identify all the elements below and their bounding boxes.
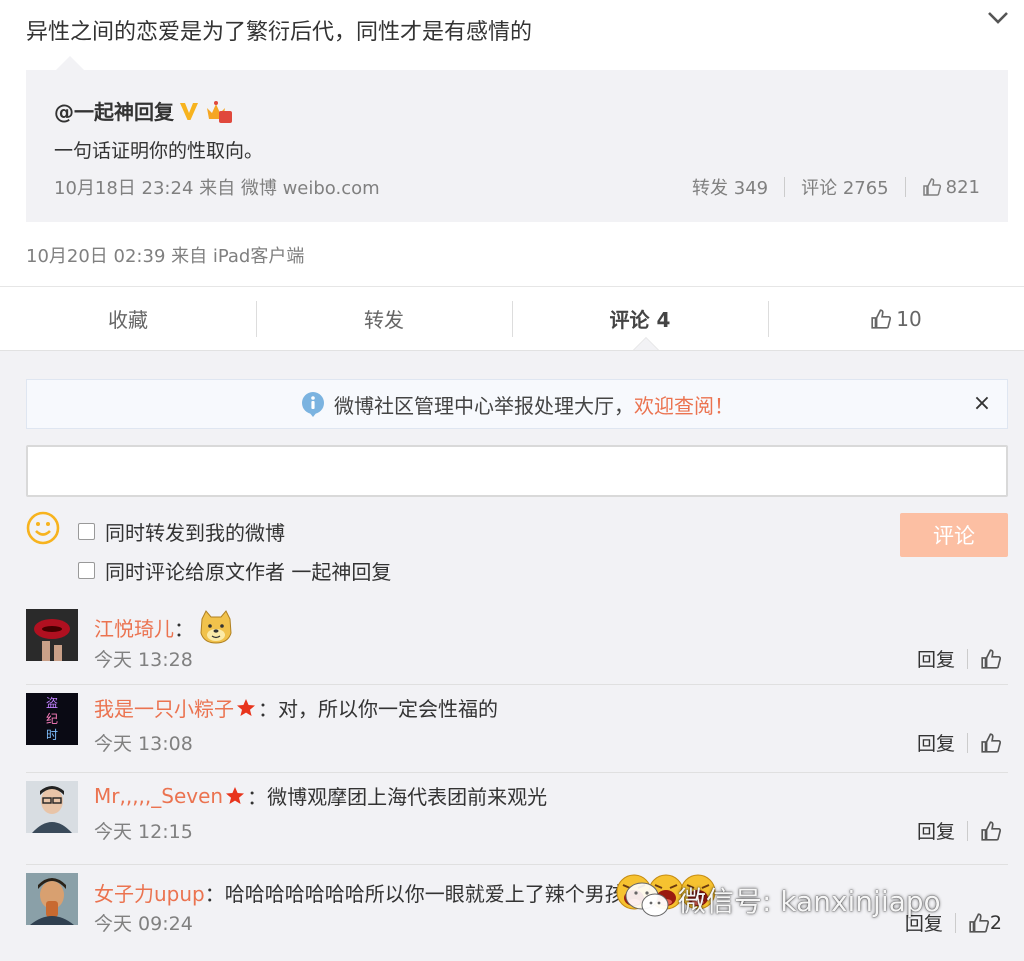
avatar[interactable] <box>26 781 78 833</box>
verified-v-icon <box>180 102 198 120</box>
notice-link[interactable]: 欢迎查阅！ <box>634 390 734 419</box>
comment-time: 今天 12:15 <box>94 821 193 843</box>
action-bar: 收藏 转发 评论 4 10 <box>0 286 1024 350</box>
quote-text: 一句话证明你的性取向。 <box>54 140 264 162</box>
repost-button[interactable]: 转发 <box>256 287 512 350</box>
tab-pointer <box>634 338 658 350</box>
comment-username[interactable]: 女子力upup <box>94 878 205 907</box>
divider <box>967 820 968 841</box>
member-level-icon <box>204 100 232 123</box>
thumbs-up-icon[interactable] <box>968 912 990 934</box>
wechat-watermark: 微信号: kanxinjiapo <box>622 880 941 920</box>
quote-repost-count[interactable]: 转发 349 <box>692 174 768 200</box>
comment-time: 今天 09:24 <box>94 913 193 935</box>
star-icon <box>226 786 245 804</box>
avatar[interactable] <box>26 873 78 925</box>
avatar-char: 纪 <box>45 712 58 726</box>
avatar-char: 盗 <box>45 696 58 710</box>
comment-username[interactable]: Mr,,,,,_Seven <box>94 784 223 808</box>
comment-username[interactable]: 江悦琦儿 <box>94 613 174 642</box>
comment-actions: 回复 <box>917 729 1002 756</box>
comment-label: 评论 4 <box>609 308 671 332</box>
post-meta: 10月20日 02:39 来自 iPad客户端 <box>26 246 305 267</box>
smiley-icon[interactable] <box>26 511 60 545</box>
divider <box>954 912 956 933</box>
quoted-post: @一起神回复 一句话证明你的性取向。 10月18日 23:24 来自 微博 we… <box>26 70 1008 222</box>
comment-panel: 微博社区管理中心举报处理大厅， 欢迎查阅！ × 同时转发到我的微博 同时评论给原… <box>0 350 1024 961</box>
star-icon <box>237 698 255 716</box>
quote-stats: 转发 349 评论 2765 821 <box>692 174 980 200</box>
close-icon[interactable]: × <box>971 393 993 415</box>
comment-actions: 回复 <box>917 645 1002 672</box>
comment-separator: ： <box>247 785 268 809</box>
comment-body: 我是一只小粽子 ： 对，所以你一定会性福的 <box>94 693 498 722</box>
quote-pointer <box>56 56 84 70</box>
quote-meta: 10月18日 23:24 来自 微博 weibo.com <box>54 178 380 199</box>
comment-separator: ： <box>204 881 225 906</box>
comment-item: 江悦琦儿 ： 今天 13:28 回复 <box>26 601 1008 685</box>
quote-like-count[interactable]: 821 <box>946 177 980 198</box>
quote-author[interactable]: @一起神回复 <box>54 96 232 125</box>
thumbs-up-icon[interactable] <box>980 648 1002 670</box>
notice-text: 微博社区管理中心举报处理大厅， <box>334 393 634 418</box>
like-count: 10 <box>896 306 922 331</box>
post-text: 异性之间的恋爱是为了繁衍后代，同性才是有感情的 <box>26 20 533 45</box>
checkbox-icon[interactable] <box>78 523 95 540</box>
avatar[interactable] <box>26 609 78 661</box>
comment-body: 江悦琦儿 ： <box>94 609 234 645</box>
avatar-char: 时 <box>45 728 58 742</box>
divider <box>904 177 906 197</box>
chevron-down-icon[interactable] <box>986 6 1010 30</box>
submit-comment-button[interactable]: 评论 <box>900 513 1008 557</box>
thumbs-up-icon[interactable] <box>922 177 942 197</box>
thumbs-up-icon[interactable] <box>980 820 1002 842</box>
quote-author-name[interactable]: @一起神回复 <box>54 96 174 125</box>
comment-item: 盗 纪 时 我是一只小粽子 ： 对，所以你一定会性福的 今天 13:08 回复 <box>26 685 1008 773</box>
divider <box>967 732 968 753</box>
comment-separator: ： <box>258 697 278 721</box>
thumbs-up-icon <box>871 308 892 329</box>
comment-author-option-label: 同时评论给原文作者 一起神回复 <box>105 560 392 584</box>
repost-label: 转发 <box>364 308 404 332</box>
comment-text: 哈哈哈哈哈哈哈所以你一眼就爱上了辣个男孩子 <box>224 881 645 906</box>
divider <box>784 177 786 197</box>
like-button[interactable]: 10 <box>768 287 1024 350</box>
checkbox-icon[interactable] <box>78 562 95 579</box>
wechat-icon <box>625 882 669 917</box>
comment-author-checkbox[interactable]: 同时评论给原文作者 一起神回复 <box>78 556 391 585</box>
comment-username[interactable]: 我是一只小粽子 <box>94 693 234 722</box>
quote-comment-count[interactable]: 评论 2765 <box>801 174 889 200</box>
comment-input[interactable] <box>26 445 1008 497</box>
reply-button[interactable]: 回复 <box>917 645 955 672</box>
comment-body: Mr,,,,,_Seven ： 微博观摩团上海代表团前来观光 <box>94 781 547 810</box>
favorite-button[interactable]: 收藏 <box>0 287 256 350</box>
comment-text: 对，所以你一定会性福的 <box>278 697 498 721</box>
favorite-label: 收藏 <box>108 308 148 332</box>
thumbs-up-icon[interactable] <box>980 732 1002 754</box>
comment-text: 微博观摩团上海代表团前来观光 <box>267 785 548 809</box>
comment-time: 今天 13:28 <box>94 649 193 671</box>
comment-separator: ： <box>174 616 194 641</box>
reply-button[interactable]: 回复 <box>917 729 955 756</box>
avatar[interactable]: 盗 纪 时 <box>26 693 78 745</box>
info-icon <box>302 392 324 417</box>
comment-item: Mr,,,,,_Seven ： 微博观摩团上海代表团前来观光 今天 12:15 … <box>26 773 1008 865</box>
divider <box>967 648 968 669</box>
reply-button[interactable]: 回复 <box>917 817 955 844</box>
comment-like-count: 2 <box>989 911 1002 934</box>
notice-banner: 微博社区管理中心举报处理大厅， 欢迎查阅！ × <box>26 379 1008 429</box>
watermark-text: 微信号: kanxinjiapo <box>678 885 941 918</box>
doge-emoji-icon <box>200 610 232 644</box>
repost-option-label: 同时转发到我的微博 <box>105 521 285 545</box>
repost-checkbox[interactable]: 同时转发到我的微博 <box>78 517 285 546</box>
comment-actions: 回复 <box>917 817 1002 844</box>
comment-time: 今天 13:08 <box>94 733 193 755</box>
